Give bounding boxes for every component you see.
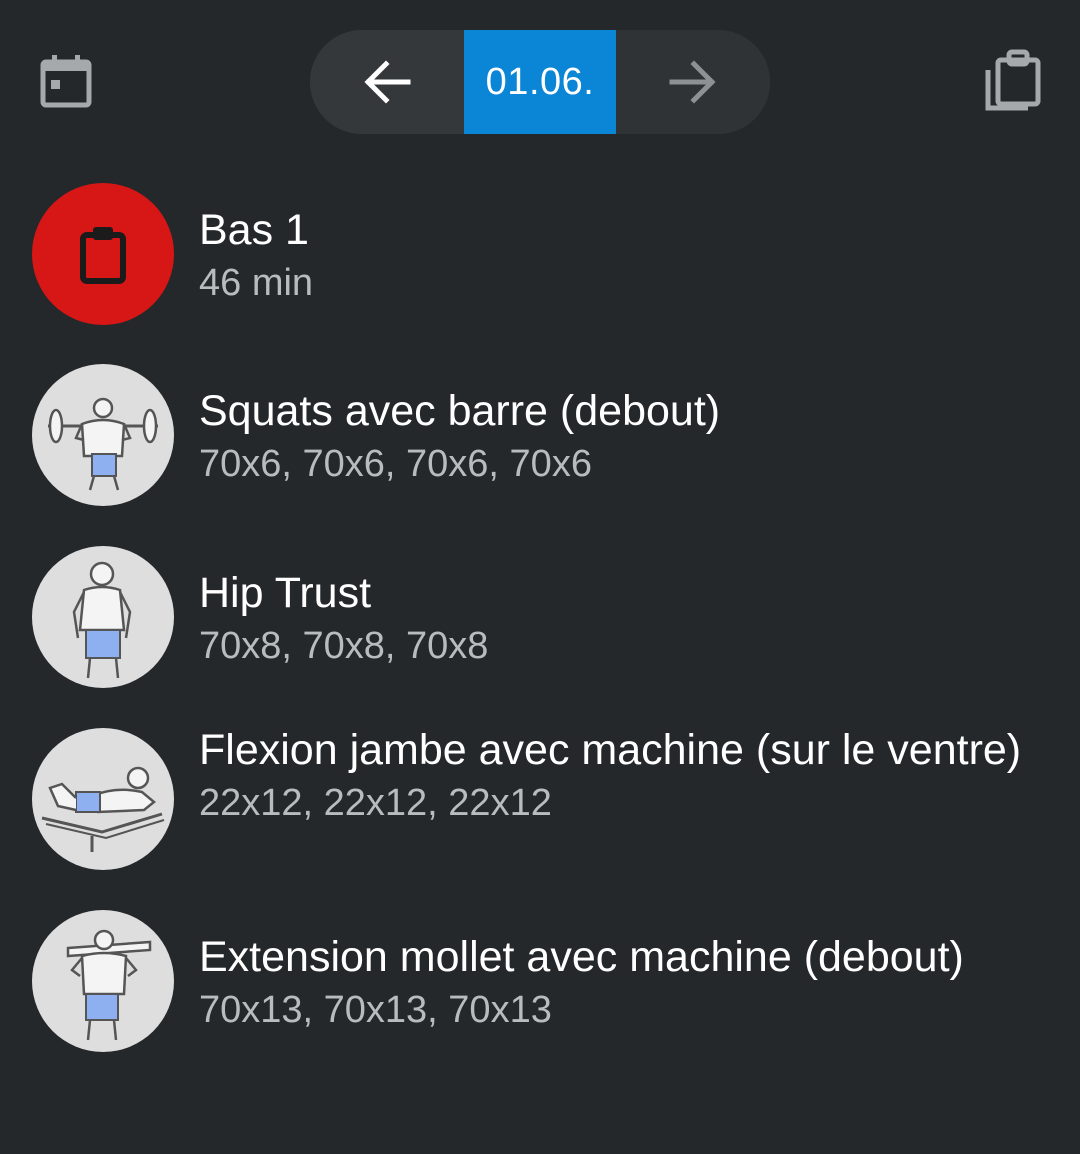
exercise-avatar [32,546,174,688]
exercise-name: Flexion jambe avec machine (sur le ventr… [199,726,1022,774]
session-avatar [32,183,174,325]
exercise-texts: Hip Trust 70x8, 70x8, 70x8 [199,566,1059,669]
lying-leg-curl-icon [41,766,165,852]
session-duration: 46 min [199,262,314,304]
exercise-name: Hip Trust [199,569,372,617]
exercise-texts: Flexion jambe avec machine (sur le ventr… [199,723,1059,826]
exercise-sets: 22x12, 22x12, 22x12 [199,782,552,824]
exercise-texts: Extension mollet avec machine (debout) 7… [199,930,1059,1033]
standing-calf-raise-icon [66,929,152,1041]
exercise-avatar [32,728,174,870]
exercise-name: Squats avec barre (debout) [199,387,721,435]
session-texts: Bas 1 46 min [199,203,1059,306]
exercise-sets: 70x13, 70x13, 70x13 [199,989,552,1031]
calendar-icon [40,55,92,108]
previous-day-button[interactable] [310,30,464,134]
exercise-sets: 70x6, 70x6, 70x6, 70x6 [199,443,592,485]
arrow-right-icon [669,60,716,104]
barbell-squat-icon [48,397,158,491]
exercise-row[interactable]: Squats avec barre (debout) 70x6, 70x6, 7… [0,364,1080,506]
current-date[interactable]: 01.06. [464,30,616,134]
copy-workout-button[interactable] [982,48,1044,114]
exercise-sets: 70x8, 70x8, 70x8 [199,625,489,667]
exercise-row[interactable]: Extension mollet avec machine (debout) 7… [0,910,1080,1052]
next-day-button[interactable] [616,30,770,134]
exercise-row[interactable]: Hip Trust 70x8, 70x8, 70x8 [0,546,1080,688]
exercise-avatar [32,364,174,506]
calendar-button[interactable] [38,52,94,110]
hip-thrust-icon [72,561,132,679]
date-navigator: 01.06. [310,30,770,134]
clipboard-copy-icon [985,49,1041,111]
exercise-name: Extension mollet avec machine (debout) [199,933,964,981]
exercise-row[interactable]: Flexion jambe avec machine (sur le ventr… [0,726,1080,878]
exercise-texts: Squats avec barre (debout) 70x6, 70x6, 7… [199,384,1059,487]
clipboard-icon [80,227,126,284]
session-row[interactable]: Bas 1 46 min [0,183,1080,325]
exercise-avatar [32,910,174,1052]
session-title: Bas 1 [199,206,309,254]
arrow-left-icon [364,60,411,104]
